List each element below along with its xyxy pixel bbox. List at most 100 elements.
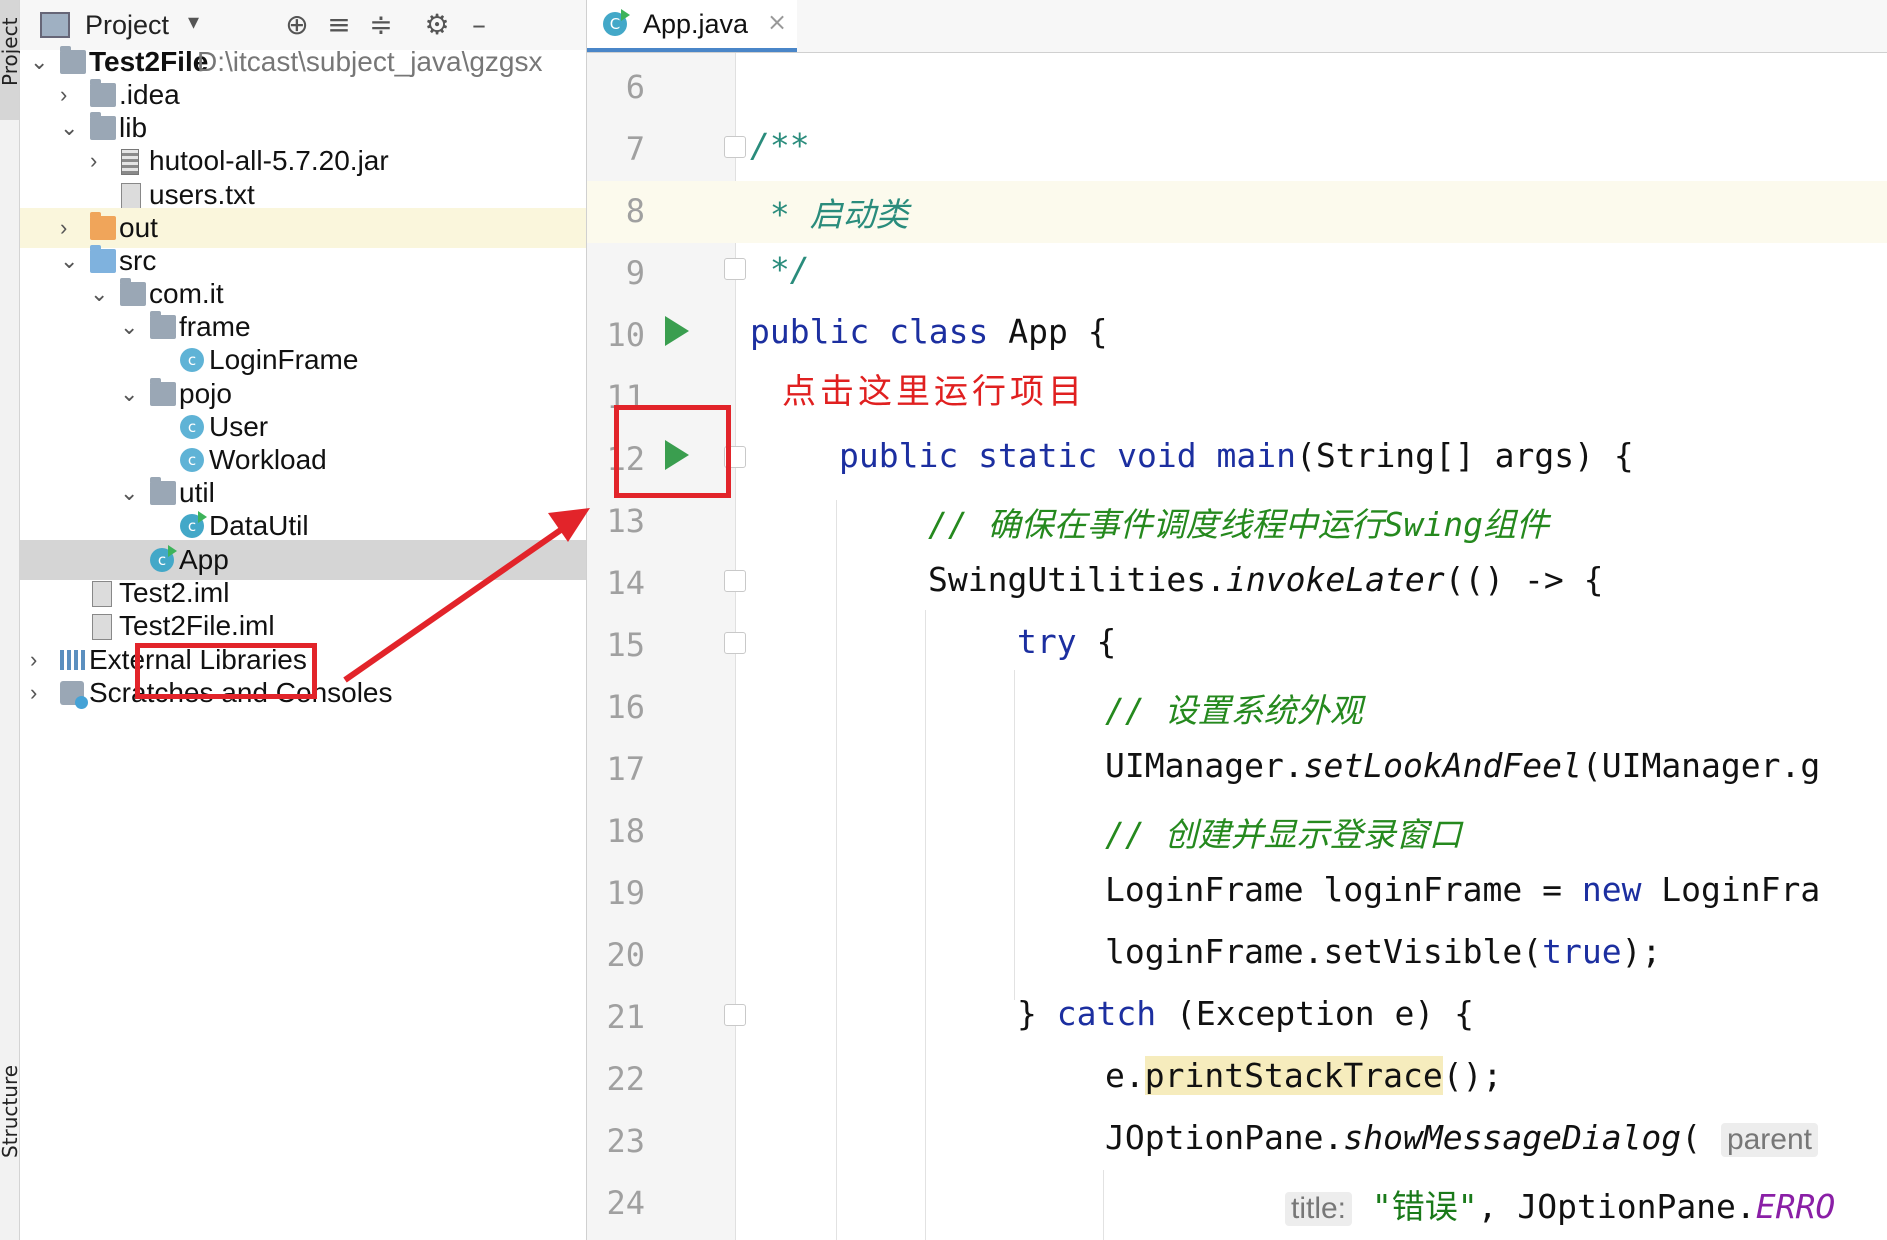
code-line-17: UIManager.setLookAndFeel(UIManager.g — [1105, 746, 1820, 785]
line-number: 6 — [625, 68, 645, 106]
fold-marker-icon[interactable] — [724, 570, 746, 592]
package-icon — [120, 278, 146, 306]
code-token: ); — [1621, 932, 1662, 971]
code-line-8: * 启动类 — [750, 188, 909, 236]
run-class-icon[interactable] — [665, 316, 689, 346]
code-token: , JOptionPane. — [1477, 1187, 1756, 1226]
line-number: 8 — [625, 192, 645, 230]
class-declaration: App { — [988, 312, 1108, 351]
code-line-15: try { — [1017, 622, 1116, 661]
line-number: 15 — [606, 626, 645, 664]
keyword: true — [1542, 932, 1622, 971]
project-panel-title[interactable]: Project — [85, 10, 169, 41]
code-token: LoginFrame loginFrame = — [1105, 870, 1582, 909]
code-line-18: // 创建并显示登录窗口 — [1105, 808, 1462, 856]
runnable-class-icon: c — [180, 511, 207, 538]
line-number: 23 — [606, 1122, 645, 1160]
keyword: new — [1581, 870, 1642, 909]
static-method-call: invokeLater — [1226, 560, 1445, 599]
line-number: 9 — [625, 254, 645, 292]
code-line-14: SwingUtilities.invokeLater(() -> { — [928, 560, 1604, 599]
fold-marker-icon[interactable] — [724, 136, 746, 158]
code-line-19: LoginFrame loginFrame = new LoginFra — [1105, 870, 1820, 909]
package-icon — [150, 477, 176, 505]
fold-marker-icon[interactable] — [724, 632, 746, 654]
module-file-icon — [92, 581, 112, 607]
highlighted-method-call: printStackTrace — [1144, 1056, 1443, 1095]
line-number: 13 — [606, 502, 645, 540]
code-line-20: loginFrame.setVisible(true); — [1105, 932, 1661, 971]
doc-comment-end: */ — [750, 250, 810, 289]
method-name: main — [1196, 436, 1296, 475]
keyword: try — [1017, 622, 1077, 661]
folder-icon — [90, 112, 116, 140]
line-number: 17 — [606, 750, 645, 788]
code-line-16: // 设置系统外观 — [1105, 684, 1363, 732]
line-number: 7 — [625, 130, 645, 168]
code-token: } — [1017, 994, 1057, 1033]
line-comment: // 设置系统外观 — [1105, 691, 1363, 730]
line-number: 14 — [606, 564, 645, 602]
keyword: catch — [1056, 994, 1157, 1033]
line-number: 18 — [606, 812, 645, 850]
line-comment: // 确保在事件调度线程中运行Swing组件 — [928, 505, 1549, 544]
java-class-icon: c — [180, 348, 204, 372]
line-number: 10 — [606, 316, 645, 354]
static-method-call: showMessageDialog — [1343, 1118, 1682, 1157]
project-panel: Project ▾ ⊕ ≡ ≑ ⚙ – ⌄ Test2File D:\itcas… — [20, 0, 587, 1240]
code-token: LoginFra — [1641, 870, 1821, 909]
close-icon[interactable]: × — [767, 8, 787, 36]
indent-guide — [925, 610, 926, 1240]
indent-guide — [836, 500, 837, 1240]
code-line-7: /** — [750, 126, 810, 165]
tool-window-strip: Project Structure — [0, 0, 22, 1240]
package-icon — [150, 311, 176, 339]
code-line-23: JOptionPane.showMessageDialog( parent — [1105, 1118, 1819, 1157]
chevron-right-icon[interactable]: › — [30, 673, 50, 713]
code-token: e. — [1105, 1056, 1145, 1095]
code-token: loginFrame.setVisible( — [1105, 932, 1543, 971]
parameter-hint: parent — [1720, 1123, 1819, 1157]
code-token: SwingUtilities. — [928, 560, 1227, 599]
chevron-down-icon[interactable]: ▾ — [188, 10, 199, 35]
tab-app-java[interactable]: C App.java × — [587, 0, 797, 52]
code-token: ( — [1681, 1118, 1702, 1157]
code-line-10: public class App { — [750, 312, 1108, 351]
jar-file-icon — [121, 149, 139, 175]
source-folder-icon — [90, 245, 116, 273]
expand-all-icon[interactable]: ≡ — [322, 8, 356, 42]
code-line-21: } catch (Exception e) { — [1017, 994, 1474, 1033]
doc-comment-start: /** — [750, 126, 810, 165]
minimize-icon[interactable]: – — [462, 8, 496, 42]
module-file-icon — [92, 614, 112, 640]
text-file-icon — [121, 183, 141, 209]
structure-tool-tab-label: Structure — [0, 1064, 22, 1158]
line-number: 22 — [606, 1060, 645, 1098]
line-number: 21 — [606, 998, 645, 1036]
collapse-all-icon[interactable]: ≑ — [364, 8, 398, 42]
runnable-class-icon: C — [603, 9, 630, 36]
annotation-text: 点击这里运行项目 — [782, 372, 1086, 412]
editor-tab-bar: C App.java × — [587, 0, 1887, 53]
tab-label: App.java — [643, 9, 749, 39]
line-number: 16 — [606, 688, 645, 726]
folder-icon — [60, 46, 86, 74]
crosshair-icon[interactable]: ⊕ — [280, 8, 314, 42]
code-line-13: // 确保在事件调度线程中运行Swing组件 — [928, 498, 1549, 546]
java-class-icon: c — [180, 448, 204, 472]
java-class-icon: c — [180, 415, 204, 439]
fold-marker-icon[interactable] — [724, 258, 746, 280]
structure-tool-tab[interactable]: Structure — [0, 1040, 22, 1160]
indent-guide — [1014, 670, 1015, 1000]
method-signature: (String[] args) { — [1295, 436, 1634, 475]
fold-marker-icon[interactable] — [724, 1004, 746, 1026]
runnable-class-icon: c — [150, 545, 177, 572]
code-token: (UIManager.g — [1581, 746, 1821, 785]
keyword: public class — [750, 312, 989, 351]
doc-comment-text: 启动类 — [809, 195, 909, 234]
gear-icon[interactable]: ⚙ — [420, 8, 454, 42]
line-number: 19 — [606, 874, 645, 912]
code-token: { — [1076, 622, 1117, 661]
annotation-highlight-box-run — [614, 405, 731, 498]
project-tool-tab[interactable]: Project — [0, 0, 22, 120]
